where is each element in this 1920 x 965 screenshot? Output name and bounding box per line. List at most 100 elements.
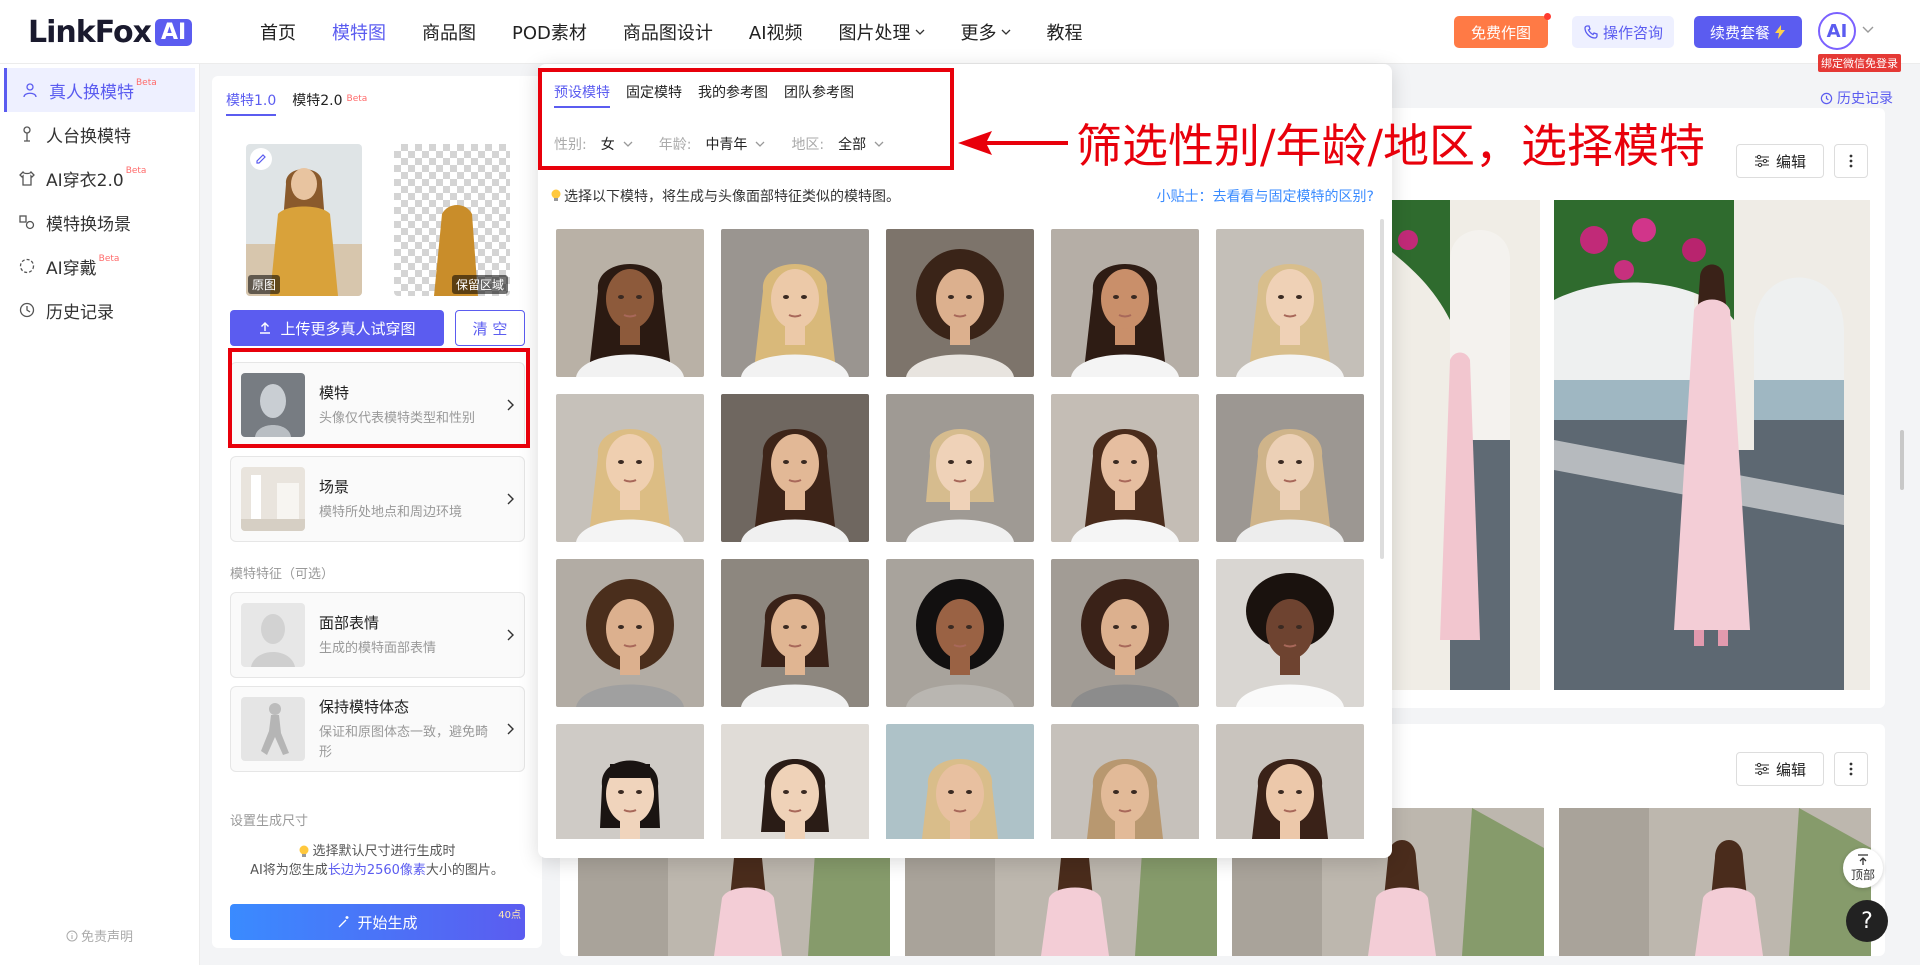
start-generate-button[interactable]: 开始生成 40点 (230, 904, 525, 940)
keep-area-label: 保留区域 (451, 275, 508, 294)
edit-button[interactable]: 编辑 (1736, 752, 1824, 786)
model-thumbnail[interactable] (1051, 559, 1199, 707)
picker-scrollbar[interactable] (1380, 219, 1384, 559)
generate-label: 开始生成 (357, 913, 418, 932)
model-thumbnail[interactable] (556, 724, 704, 839)
filter-2[interactable]: 地区: 全部 (791, 134, 884, 154)
model-thumbnail[interactable] (1051, 394, 1199, 542)
renew-button[interactable]: 续费套餐 (1694, 16, 1802, 48)
nav-item-0[interactable]: 首页 (260, 19, 296, 45)
filter-label: 性别: (554, 137, 587, 153)
model-thumbnail[interactable] (886, 229, 1034, 377)
model-thumbnail[interactable] (556, 229, 704, 377)
consult-button[interactable]: 操作咨询 (1572, 16, 1674, 48)
picker-tab-0[interactable]: 预设模特 (554, 82, 610, 108)
nav-item-1[interactable]: 模特图 (332, 19, 386, 45)
picker-tab-2[interactable]: 我的参考图 (698, 82, 768, 108)
face-card-title: 面部表情 (319, 613, 380, 632)
lightning-icon (1775, 25, 1785, 39)
result-image[interactable] (1390, 200, 1540, 690)
result-image[interactable] (1554, 200, 1870, 690)
model-thumbnail[interactable] (556, 394, 704, 542)
result-image[interactable] (1559, 808, 1871, 956)
phone-icon (1584, 25, 1598, 39)
nav-item-6[interactable]: 图片处理 (839, 19, 925, 45)
swap-person-icon (23, 83, 37, 98)
filter-0[interactable]: 性别: 女 (554, 134, 633, 154)
sidebar-item-0[interactable]: 真人换模特 Beta (4, 68, 195, 112)
picker-tip-link[interactable]: 小贴士：去看看与固定模特的区别? (1157, 186, 1374, 206)
model-grid (556, 229, 1376, 839)
more-options-button[interactable] (1834, 144, 1868, 178)
model-thumbnail[interactable] (886, 394, 1034, 542)
model-thumbnail[interactable] (721, 559, 869, 707)
logo-ai-badge: AI (154, 18, 193, 46)
sidebar-item-5[interactable]: 历史记录 (4, 288, 195, 332)
upload-label: 上传更多真人试穿图 (280, 319, 416, 338)
picker-hint: 选择以下模特，将生成与头像面部特征类似的模特图。 (550, 186, 900, 206)
filter-value[interactable]: 中青年 (705, 134, 765, 154)
face-expression-card[interactable]: 面部表情 生成的模特面部表情 (230, 592, 525, 678)
upload-more-button[interactable]: 上传更多真人试穿图 (230, 310, 444, 346)
sidebar-item-1[interactable]: 人台换模特 (4, 112, 195, 156)
bind-wechat-tag[interactable]: 绑定微信免登录 (1818, 54, 1901, 72)
model-thumbnail[interactable] (556, 559, 704, 707)
clear-button[interactable]: 清 空 (455, 310, 525, 346)
model-thumbnail[interactable] (1051, 724, 1199, 839)
history-label: 历史记录 (1837, 91, 1893, 107)
nav-item-7[interactable]: 更多 (961, 19, 1011, 45)
model-thumbnail[interactable] (886, 724, 1034, 839)
edit-pencil-icon[interactable] (250, 148, 272, 170)
model-thumbnail[interactable] (1216, 724, 1364, 839)
sidebar-item-3[interactable]: 模特换场景 (4, 200, 195, 244)
more-options-button[interactable] (1834, 752, 1868, 786)
picker-tab-3[interactable]: 团队参考图 (784, 82, 854, 108)
keep-pose-card[interactable]: 保持模特体态 保证和原图体态一致，避免畸形 (230, 686, 525, 772)
page-scrollbar[interactable] (1900, 430, 1904, 490)
logo[interactable]: LinkFox AI (28, 14, 193, 50)
edit-button[interactable]: 编辑 (1736, 144, 1824, 178)
size-label: 设置生成尺寸 (230, 814, 309, 829)
bulb-icon (299, 845, 309, 857)
history-button[interactable]: 历史记录 (1820, 88, 1893, 108)
sidebar-item-2[interactable]: AI穿衣2.0 Beta (4, 156, 195, 200)
chevron-down-icon[interactable] (1862, 26, 1874, 34)
model-thumbnail[interactable] (1216, 394, 1364, 542)
nav-item-3[interactable]: POD素材 (512, 19, 587, 45)
free-draw-button[interactable]: 免费作图 (1454, 13, 1551, 48)
chevron-right-icon (507, 629, 514, 641)
sidebar-item-label: AI穿戴 (46, 258, 97, 279)
edit-label: 编辑 (1775, 152, 1806, 171)
model-thumbnail[interactable] (1051, 229, 1199, 377)
filter-1[interactable]: 年龄: 中青年 (659, 134, 766, 154)
model-thumbnail[interactable] (886, 559, 1034, 707)
arrow-up-icon (1858, 853, 1868, 865)
nav-item-4[interactable]: 商品图设计 (623, 19, 713, 45)
nav-item-5[interactable]: AI视频 (749, 19, 803, 45)
scene-card[interactable]: 场景 模特所处地点和周边环境 (230, 456, 525, 542)
filter-value[interactable]: 女 (601, 134, 633, 154)
avatar[interactable]: AI (1818, 12, 1856, 50)
keep-area-image[interactable]: 保留区域 (394, 144, 510, 296)
version-tab-1[interactable]: 模特2.0 Beta (292, 90, 367, 116)
model-thumbnail[interactable] (721, 394, 869, 542)
help-button[interactable]: ? (1846, 900, 1888, 942)
model-card[interactable]: 模特 头像仅代表模特类型和性别 (230, 362, 525, 448)
model-thumbnail[interactable] (721, 724, 869, 839)
sidebar-item-4[interactable]: AI穿戴 Beta (4, 244, 195, 288)
nav-item-8[interactable]: 教程 (1047, 19, 1083, 45)
chevron-right-icon (507, 723, 514, 735)
model-thumbnail[interactable] (721, 229, 869, 377)
version-tab-0[interactable]: 模特1.0 (226, 90, 277, 116)
bulb-icon (551, 189, 561, 201)
model-thumbnail[interactable] (1216, 559, 1364, 707)
original-image[interactable]: 原图 (246, 144, 362, 296)
chevron-down-icon (623, 141, 633, 147)
model-thumbnail[interactable] (1216, 229, 1364, 377)
disclaimer-link[interactable]: 免责声明 (66, 926, 133, 945)
filter-value[interactable]: 全部 (838, 134, 884, 154)
back-to-top-button[interactable]: 顶部 (1843, 848, 1883, 888)
filter-label: 地区: (791, 137, 825, 153)
picker-tab-1[interactable]: 固定模特 (626, 82, 682, 108)
nav-item-2[interactable]: 商品图 (422, 19, 476, 45)
